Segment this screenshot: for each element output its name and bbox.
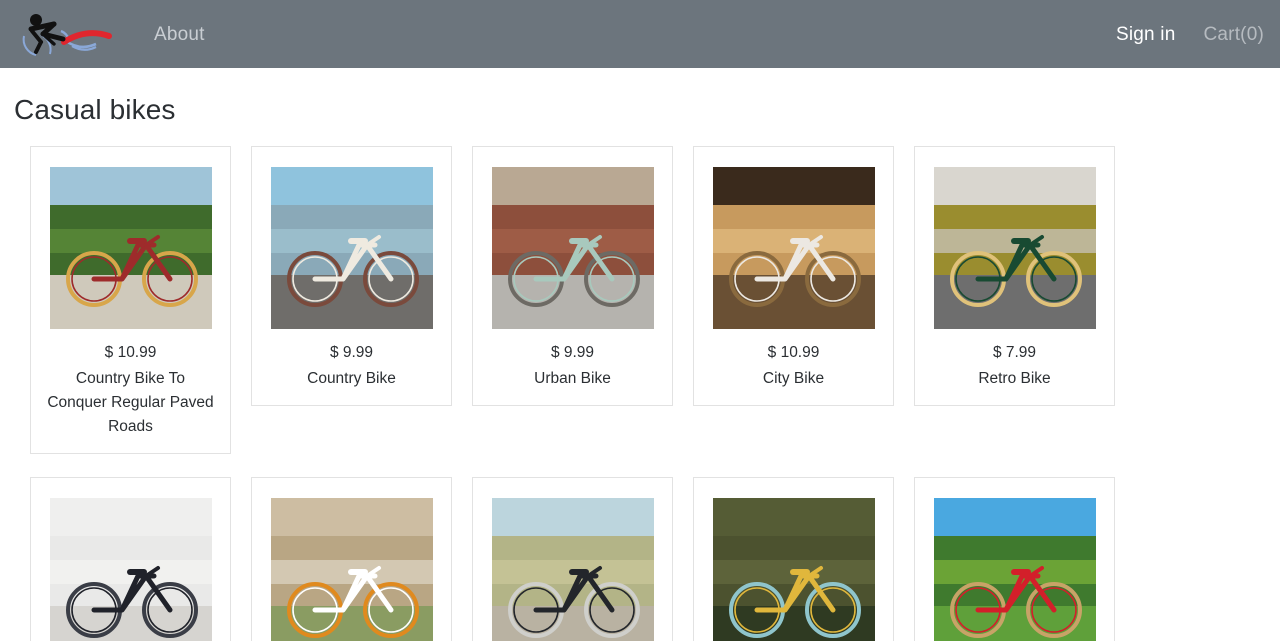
product-price: $ 10.99 <box>104 344 157 361</box>
page-title: Casual bikes <box>14 94 176 125</box>
cyclist-logo[interactable] <box>14 8 124 60</box>
product-price: $ 7.99 <box>992 344 1037 361</box>
product-name: Urban Bike <box>534 370 611 388</box>
product-card[interactable] <box>251 477 452 641</box>
product-name: City Bike <box>762 370 825 388</box>
product-image[interactable] <box>270 167 433 329</box>
product-card[interactable] <box>693 477 894 641</box>
product-price: $ 9.99 <box>550 344 595 361</box>
product-grid: $ 10.99 Country Bike To Conquer Regular P… <box>0 146 1280 641</box>
product-image[interactable] <box>712 167 875 329</box>
nav-link-about[interactable]: About <box>154 25 205 44</box>
product-name: Country Bike To Conquer Regular Paved Ro… <box>47 370 214 436</box>
product-card[interactable]: $ 10.99 Country Bike To Conquer Regular P… <box>30 146 231 455</box>
product-card[interactable] <box>30 477 231 641</box>
product-image[interactable] <box>491 167 654 329</box>
navbar-right-group: Sign in Cart(0) <box>1116 25 1264 44</box>
product-image[interactable] <box>270 498 433 641</box>
product-image[interactable] <box>933 498 1096 641</box>
product-price: $ 10.99 <box>767 344 820 361</box>
product-card[interactable]: $ 7.99 Retro Bike <box>914 146 1115 407</box>
product-image[interactable] <box>712 498 875 641</box>
product-image[interactable] <box>49 167 212 329</box>
navbar-left-group: About <box>14 8 205 60</box>
nav-link-cart[interactable]: Cart(0) <box>1203 25 1264 44</box>
product-price: $ 9.99 <box>329 344 374 361</box>
product-name: Country Bike <box>307 370 396 388</box>
top-navigation-bar: About Sign in Cart(0) <box>0 0 1280 68</box>
product-card[interactable]: $ 10.99 City Bike <box>693 146 894 407</box>
product-name: Retro Bike <box>978 370 1051 388</box>
product-card[interactable] <box>914 477 1115 641</box>
nav-link-sign-in[interactable]: Sign in <box>1116 25 1176 44</box>
product-image[interactable] <box>49 498 212 641</box>
product-card[interactable]: $ 9.99 Country Bike <box>251 146 452 407</box>
product-card[interactable]: $ 9.99 Urban Bike <box>472 146 673 407</box>
product-image[interactable] <box>491 498 654 641</box>
product-card[interactable] <box>472 477 673 641</box>
product-image[interactable] <box>933 167 1096 329</box>
